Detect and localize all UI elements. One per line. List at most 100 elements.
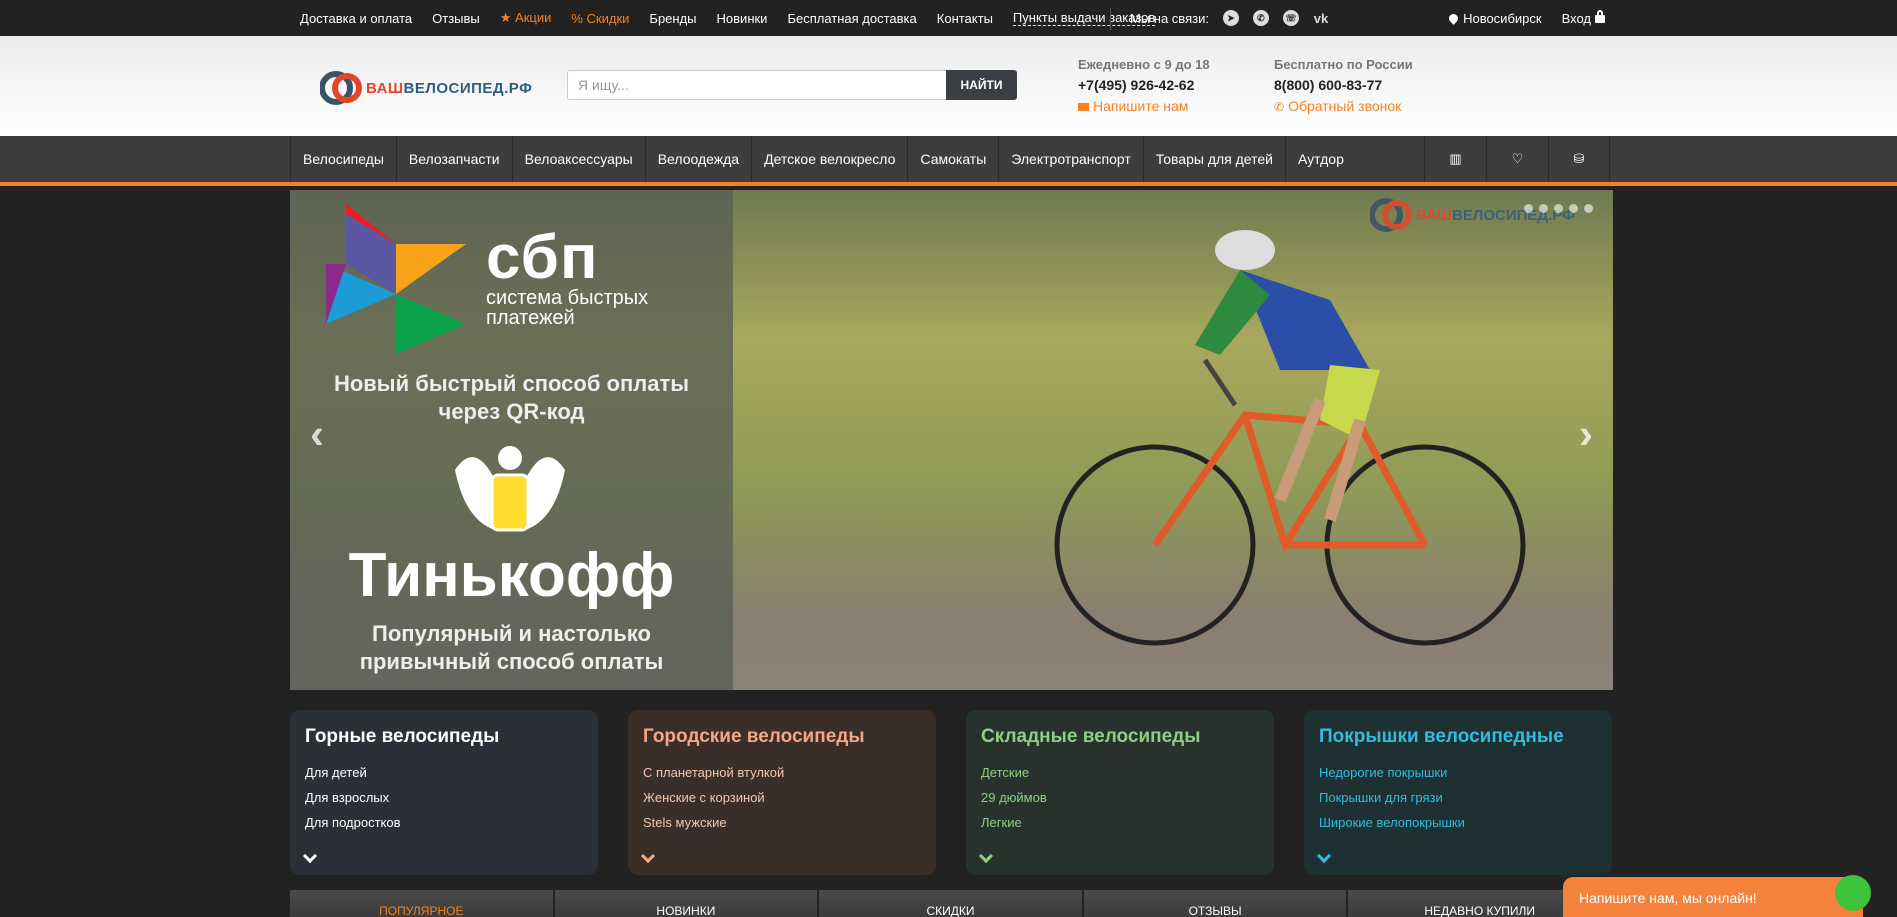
nav-item-scooters[interactable]: Самокаты	[907, 136, 998, 182]
chevron-down-icon[interactable]	[640, 848, 656, 864]
category-title[interactable]: Городские велосипеды	[643, 726, 921, 748]
category-link[interactable]: С планетарной втулкой	[643, 760, 921, 785]
promo-line1: Новый быстрый способ оплаты	[333, 371, 690, 396]
vk-icon[interactable]: vk	[1313, 10, 1329, 26]
phone-number-moscow[interactable]: +7(495) 926-42-62	[1078, 75, 1210, 96]
site-logo[interactable]: ВАШВЕЛОСИПЕД.РФ	[320, 67, 532, 109]
category-link[interactable]: Для подростков	[305, 810, 583, 835]
city-selector[interactable]: Новосибирск	[1447, 10, 1542, 26]
compare-icon[interactable]: ▥	[1424, 136, 1486, 182]
chevron-down-icon[interactable]	[978, 848, 994, 864]
category-link[interactable]: Покрышки для грязи	[1319, 785, 1597, 810]
tab-reviews[interactable]: отзывы	[1083, 890, 1349, 917]
nav-item-outdoor[interactable]: Аутдор	[1285, 136, 1356, 182]
category-card-mountain: Горные велосипеды Для детей Для взрослых…	[290, 710, 598, 875]
category-link[interactable]: Женские с корзиной	[643, 785, 921, 810]
slider-dot[interactable]	[1584, 204, 1593, 213]
watermark-text-part1: ВАШ	[1416, 206, 1452, 224]
top-link-brands[interactable]: Бренды	[649, 11, 696, 26]
top-link-delivery[interactable]: Доставка и оплата	[300, 11, 412, 26]
category-link[interactable]: Недорогие покрышки	[1319, 760, 1597, 785]
top-link-reviews[interactable]: Отзывы	[432, 11, 480, 26]
nav-item-electric[interactable]: Электротранспорт	[998, 136, 1143, 182]
category-link[interactable]: Широкие велопокрышки	[1319, 810, 1597, 835]
category-cards: Горные велосипеды Для детей Для взрослых…	[290, 710, 1613, 875]
search-form: НАЙТИ	[567, 70, 1017, 100]
slider-dot[interactable]	[1569, 204, 1578, 213]
slider-next-arrow-icon[interactable]: ›	[1579, 410, 1593, 458]
write-us-link[interactable]: Напишите нам	[1078, 96, 1210, 117]
chevron-down-icon[interactable]	[1316, 848, 1332, 864]
online-chat-widget[interactable]: Напишите нам, мы онлайн!	[1563, 875, 1871, 917]
callback-link[interactable]: ✆ Обратный звонок	[1274, 96, 1413, 118]
nav-item-bike-clothing[interactable]: Велоодежда	[644, 136, 751, 182]
category-link[interactable]: Stels мужские	[643, 810, 921, 835]
phone-icon: ✆	[1274, 100, 1285, 114]
slider-dot[interactable]	[1524, 204, 1533, 213]
top-link-new[interactable]: Новинки	[717, 11, 768, 26]
category-title[interactable]: Горные велосипеды	[305, 726, 583, 748]
category-link[interactable]: Детские	[981, 760, 1259, 785]
logo-text-part1: ВАШ	[366, 79, 404, 97]
hero-slider: сбп система быстрых платежей Новый быстр…	[290, 190, 1613, 690]
search-input[interactable]	[567, 70, 947, 100]
contact-label: Мы на связи:	[1130, 10, 1209, 26]
top-link-contacts[interactable]: Контакты	[937, 11, 993, 26]
site-header: ВАШВЕЛОСИПЕД.РФ НАЙТИ Ежедневно с 9 до 1…	[0, 36, 1897, 136]
top-right: Новосибирск Вход	[1447, 0, 1605, 36]
cyclist-image	[1054, 230, 1526, 646]
nav-item-bicycles[interactable]: Велосипеды	[290, 136, 396, 182]
location-pin-icon	[1447, 11, 1460, 25]
tab-discounts[interactable]: скидки	[819, 890, 1084, 917]
tab-new[interactable]: новинки	[554, 890, 820, 917]
nav-items: Велосипеды Велозапчасти Велоаксессуары В…	[290, 136, 1356, 182]
sbp-title: сбп	[486, 223, 599, 292]
nav-item-child-seat[interactable]: Детское велокресло	[751, 136, 907, 182]
viber-icon[interactable]: ☏	[1282, 10, 1299, 26]
slider-dot[interactable]	[1539, 204, 1548, 213]
social-links: Мы на связи: ➤ ✆ ☏ vk	[1130, 0, 1329, 36]
category-link[interactable]: 29 дюймов	[981, 785, 1259, 810]
write-us-label: Напишите нам	[1093, 98, 1189, 114]
category-link[interactable]: Легкие	[981, 810, 1259, 835]
chat-label: Напишите нам, мы онлайн!	[1579, 890, 1757, 906]
phone-number-free[interactable]: 8(800) 600-83-77	[1274, 75, 1413, 96]
nav-item-bike-accessories[interactable]: Велоаксессуары	[511, 136, 645, 182]
promo-line2: через QR-код	[438, 399, 585, 424]
sbp-subtitle-line1: система быстрых	[486, 287, 649, 309]
watermark-logo-icon	[1370, 198, 1412, 232]
contact-free-label: Бесплатно по России	[1274, 57, 1413, 72]
category-link[interactable]: Для взрослых	[305, 785, 583, 810]
chevron-down-icon[interactable]	[302, 848, 318, 864]
main-nav: Велосипеды Велозапчасти Велоаксессуары В…	[0, 136, 1897, 186]
slider-prev-arrow-icon[interactable]: ‹	[310, 410, 324, 458]
nav-item-kids-goods[interactable]: Товары для детей	[1142, 136, 1285, 182]
basket-icon[interactable]: ⛁	[1548, 136, 1610, 182]
city-name: Новосибирск	[1463, 10, 1542, 26]
category-card-tires: Покрышки велосипедные Недорогие покрышки…	[1304, 710, 1612, 875]
sbp-promo-panel: сбп система быстрых платежей Новый быстр…	[290, 190, 733, 690]
nav-icons: ▥ ♡ ⛁	[1424, 136, 1610, 182]
top-link-promotions[interactable]: ★ Акции	[500, 10, 552, 26]
sbp-logo-icon	[326, 204, 466, 354]
envelope-icon	[1078, 103, 1089, 111]
category-title[interactable]: Покрышки велосипедные	[1319, 726, 1597, 748]
lock-icon	[1595, 9, 1605, 23]
nav-item-bike-parts[interactable]: Велозапчасти	[395, 136, 512, 182]
contact-block-free: Бесплатно по России 8(800) 600-83-77 ✆ Об…	[1274, 54, 1413, 118]
heart-icon[interactable]: ♡	[1486, 136, 1548, 182]
top-link-discounts[interactable]: % Скидки	[571, 11, 629, 26]
contact-block-moscow: Ежедневно с 9 до 18 +7(495) 926-42-62 На…	[1078, 54, 1210, 117]
category-link[interactable]: Для детей	[305, 760, 583, 785]
top-bar: Доставка и оплата Отзывы ★ Акции % Скидк…	[0, 0, 1897, 36]
category-title[interactable]: Складные велосипеды	[981, 726, 1259, 748]
promo-line4: привычный способ оплаты	[359, 649, 664, 674]
login-link[interactable]: Вход	[1562, 9, 1605, 26]
top-link-free-delivery[interactable]: Бесплатная доставка	[787, 11, 916, 26]
search-button[interactable]: НАЙТИ	[946, 70, 1017, 100]
tab-popular[interactable]: популярное	[290, 890, 555, 917]
whatsapp-icon[interactable]: ✆	[1252, 10, 1269, 26]
logo-text: ВАШВЕЛОСИПЕД.РФ	[366, 80, 532, 97]
telegram-icon[interactable]: ➤	[1222, 10, 1239, 26]
slider-dot[interactable]	[1554, 204, 1563, 213]
